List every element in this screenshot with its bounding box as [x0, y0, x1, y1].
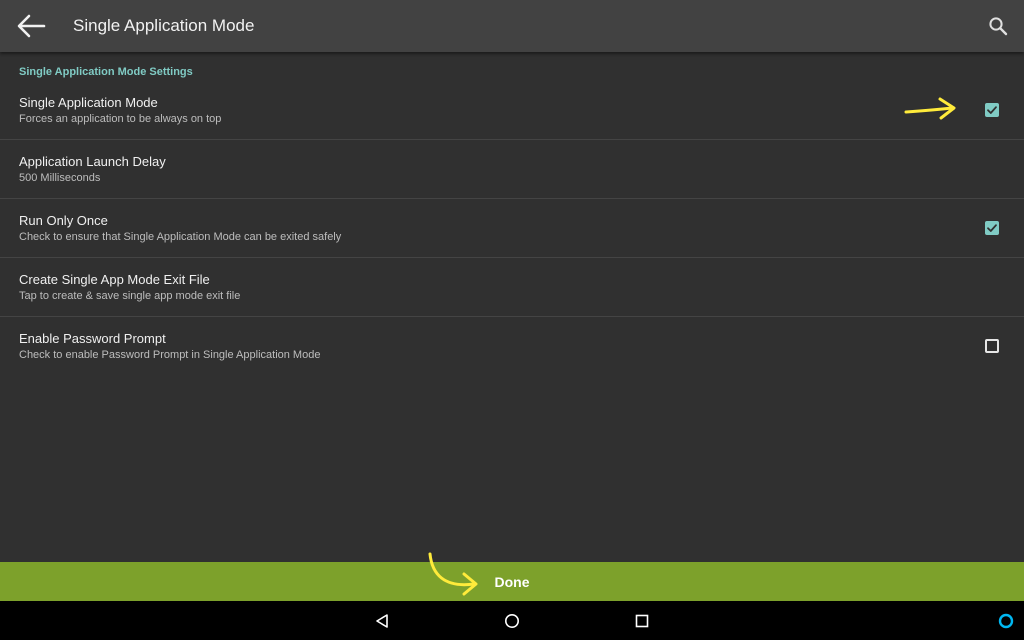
- nav-back-button[interactable]: [369, 608, 395, 634]
- pref-title: Create Single App Mode Exit File: [19, 272, 210, 287]
- pref-summary: Tap to create & save single app mode exi…: [19, 290, 241, 302]
- nav-recents-button[interactable]: [629, 608, 655, 634]
- search-icon: [989, 17, 1008, 36]
- pref-enable-password-prompt[interactable]: Enable Password Prompt Check to enable P…: [0, 317, 1024, 375]
- home-circle-icon: [505, 614, 519, 628]
- pref-summary: Check to enable Password Prompt in Singl…: [19, 349, 321, 361]
- pref-application-launch-delay[interactable]: Application Launch Delay 500 Millisecond…: [0, 140, 1024, 199]
- pref-run-only-once[interactable]: Run Only Once Check to ensure that Singl…: [0, 199, 1024, 258]
- settings-content: Single Application Mode Settings Single …: [0, 52, 1024, 562]
- section-header: Single Application Mode Settings: [19, 66, 193, 78]
- system-nav-bar: [0, 601, 1024, 640]
- single-application-mode-checkbox[interactable]: [985, 103, 999, 117]
- checkmark-icon: [987, 106, 997, 114]
- done-button[interactable]: Done: [0, 562, 1024, 601]
- pref-summary: Check to ensure that Single Application …: [19, 231, 342, 243]
- checkmark-icon: [987, 224, 997, 232]
- pref-summary: 500 Milliseconds: [19, 172, 101, 184]
- pref-title: Single Application Mode: [19, 95, 158, 110]
- arrow-back-icon: [17, 14, 46, 38]
- pref-title: Enable Password Prompt: [19, 331, 166, 346]
- app-window: Single Application Mode Single Applicati…: [0, 0, 1024, 640]
- done-label: Done: [494, 573, 530, 590]
- app-bar: Single Application Mode: [0, 0, 1024, 52]
- search-button[interactable]: [984, 12, 1012, 40]
- page-title: Single Application Mode: [73, 16, 255, 35]
- nav-home-button[interactable]: [499, 608, 525, 634]
- preference-list: Single Application Mode Forces an applic…: [0, 81, 1024, 375]
- back-button[interactable]: [12, 8, 50, 44]
- pref-summary: Forces an application to be always on to…: [19, 113, 222, 125]
- enable-password-prompt-checkbox[interactable]: [985, 339, 999, 353]
- nav-assistant-button[interactable]: [993, 608, 1019, 634]
- pref-create-exit-file[interactable]: Create Single App Mode Exit File Tap to …: [0, 258, 1024, 317]
- assistant-ring-icon: [998, 613, 1014, 629]
- pref-title: Run Only Once: [19, 213, 108, 228]
- pref-title: Application Launch Delay: [19, 154, 166, 169]
- run-only-once-checkbox[interactable]: [985, 221, 999, 235]
- back-triangle-icon: [376, 614, 388, 628]
- recents-square-icon: [635, 614, 649, 628]
- pref-single-application-mode[interactable]: Single Application Mode Forces an applic…: [0, 81, 1024, 140]
